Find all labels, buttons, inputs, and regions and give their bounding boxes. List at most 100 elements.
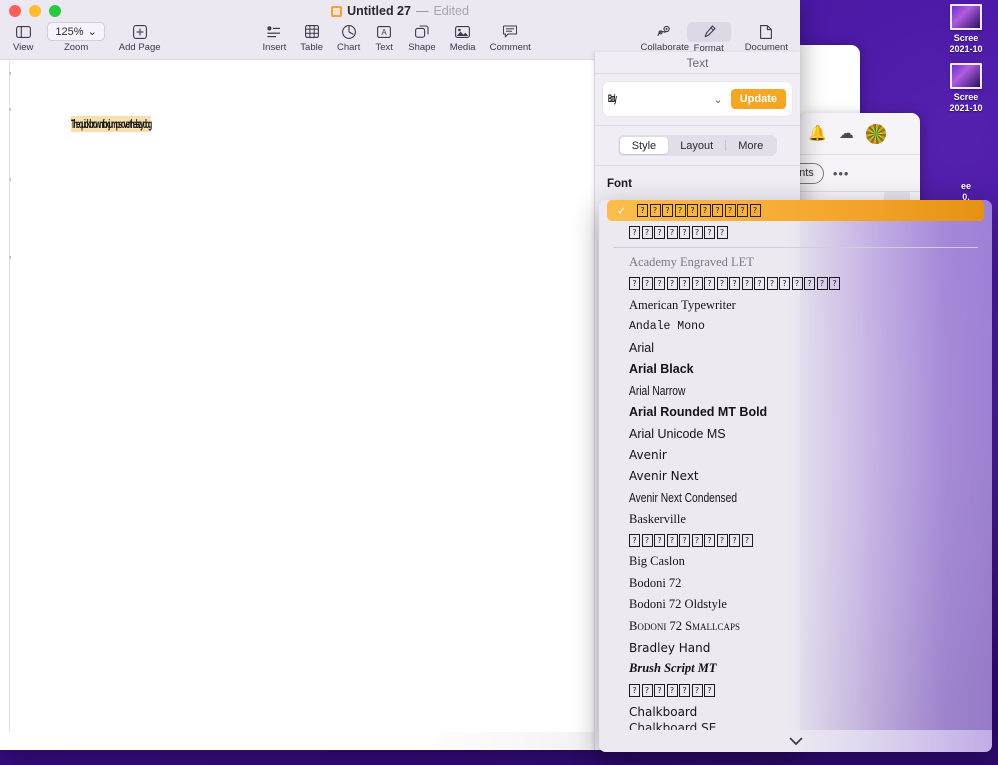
font-dropdown-menu[interactable]: ✓?????????????????? Academy Engraved LET?… bbox=[599, 200, 992, 752]
comment-button[interactable]: Comment bbox=[483, 22, 538, 53]
close-button[interactable] bbox=[9, 5, 21, 17]
font-list-item[interactable]: Chalkboard SE bbox=[599, 722, 992, 730]
tab-more[interactable]: More bbox=[726, 137, 775, 154]
font-name-label: Big Caslon bbox=[629, 554, 685, 569]
table-button[interactable]: Table bbox=[293, 22, 330, 53]
font-name-label: Chalkboard SE bbox=[629, 722, 716, 730]
avatar[interactable] bbox=[866, 124, 886, 144]
text-label: Text bbox=[376, 42, 393, 53]
insert-button[interactable]: Insert bbox=[256, 22, 294, 53]
add-page-button[interactable]: Add Page bbox=[112, 22, 168, 53]
font-list-item[interactable]: Bodoni 72 Smallcaps bbox=[599, 615, 992, 636]
font-name-label: Avenir bbox=[629, 448, 667, 462]
zoom-dropdown[interactable]: 125% ⌄ bbox=[47, 22, 104, 41]
font-list-item[interactable]: ✓?????????? bbox=[607, 200, 984, 221]
text-button[interactable]: A Text bbox=[367, 22, 401, 53]
font-list-item[interactable]: ???????? bbox=[599, 221, 992, 242]
font-list-item[interactable]: Chalkboard bbox=[599, 701, 992, 722]
desktop-file-icons: Scree 2021-10 Scree 2021-10 ee 0. bbox=[934, 4, 998, 203]
bell-icon[interactable]: 🔔 bbox=[808, 126, 827, 141]
collaborate-icon bbox=[657, 22, 672, 41]
font-name-label: ?????????? bbox=[629, 534, 753, 547]
font-name-label: Baskerville bbox=[629, 512, 686, 527]
tab-layout[interactable]: Layout bbox=[668, 137, 725, 154]
zoom-label: Zoom bbox=[64, 42, 88, 53]
font-name-label: Bodoni 72 Smallcaps bbox=[629, 619, 740, 634]
font-list-item[interactable]: Academy Engraved LET bbox=[599, 252, 992, 273]
maximize-button[interactable] bbox=[49, 5, 61, 17]
font-list-item[interactable]: Avenir Next bbox=[599, 466, 992, 487]
font-list-item[interactable]: American Typewriter bbox=[599, 295, 992, 316]
font-name-label: Arial bbox=[629, 341, 654, 355]
font-list-item[interactable]: Bradley Hand bbox=[599, 637, 992, 658]
font-name-label: Arial Unicode MS bbox=[629, 427, 726, 441]
font-name-label: ????????????????? bbox=[629, 277, 840, 290]
paragraph-style-control[interactable]: Body ⌄ Update bbox=[603, 82, 792, 116]
divider bbox=[595, 165, 800, 166]
minimize-button[interactable] bbox=[29, 5, 41, 17]
scroll-down-indicator[interactable] bbox=[599, 730, 992, 752]
font-list-separator bbox=[613, 247, 978, 248]
document-body-text[interactable]: The quick brown fox jumps over the lazy … bbox=[71, 116, 151, 132]
document-button[interactable]: Document bbox=[738, 22, 795, 54]
font-list-item[interactable]: Baskerville bbox=[599, 508, 992, 529]
insert-label: Insert bbox=[263, 42, 287, 53]
media-icon bbox=[455, 22, 470, 41]
font-name-label: ??????? bbox=[629, 684, 715, 697]
window-title-group: Untitled 27 — Edited bbox=[0, 0, 800, 22]
shape-button[interactable]: Shape bbox=[401, 22, 442, 53]
view-button[interactable]: View bbox=[6, 22, 40, 53]
svg-text:A: A bbox=[382, 28, 388, 37]
font-list-item[interactable]: Andale Mono bbox=[599, 316, 992, 337]
format-button[interactable]: Format bbox=[680, 22, 738, 54]
chevron-down-icon[interactable]: ⌄ bbox=[706, 93, 731, 106]
desktop-file-item[interactable]: Scree 2021-10 bbox=[934, 4, 998, 55]
edited-badge: Edited bbox=[433, 4, 468, 18]
chevron-down-icon: ⌄ bbox=[88, 25, 97, 38]
font-list-item[interactable]: ??????? bbox=[599, 680, 992, 701]
overflow-menu-icon[interactable]: ••• bbox=[833, 166, 850, 181]
font-list-item[interactable]: ?????????? bbox=[599, 530, 992, 551]
font-list-item[interactable]: Arial Rounded MT Bold bbox=[599, 402, 992, 423]
more-fonts-button[interactable]: ore fonts bbox=[800, 163, 824, 184]
pages-document-icon bbox=[331, 6, 342, 17]
shape-icon bbox=[415, 22, 429, 41]
font-list-item[interactable]: Arial Narrow bbox=[599, 380, 992, 401]
update-style-button[interactable]: Update bbox=[731, 89, 786, 109]
text-icon: A bbox=[377, 22, 391, 41]
font-list-item[interactable]: Arial Unicode MS bbox=[599, 423, 992, 444]
desktop-file-label: Scree 2021-10 bbox=[949, 33, 982, 55]
tab-style[interactable]: Style bbox=[620, 137, 668, 154]
font-name-label: American Typewriter bbox=[629, 298, 736, 313]
font-name-label: Bodoni 72 bbox=[629, 576, 681, 591]
font-list-item[interactable]: Bodoni 72 Oldstyle bbox=[599, 594, 992, 615]
zoom-control[interactable]: 125% ⌄ Zoom bbox=[40, 22, 111, 53]
background-window-front[interactable]: 🔔 ☁ ore fonts ••• bbox=[800, 113, 920, 205]
font-list[interactable]: ✓?????????????????? Academy Engraved LET?… bbox=[599, 200, 992, 730]
font-name-label: Chalkboard bbox=[629, 705, 697, 719]
font-name-label: ???????? bbox=[629, 226, 728, 239]
font-list-item[interactable]: Bodoni 72 bbox=[599, 573, 992, 594]
toolbar-insert-group: Insert Table Chart A bbox=[256, 22, 538, 53]
font-list-item[interactable]: Brush Script MT bbox=[599, 658, 992, 679]
font-name-label: ?????????? bbox=[637, 204, 761, 217]
font-name-label: Arial Rounded MT Bold bbox=[629, 405, 767, 419]
font-section-heading: Font bbox=[607, 178, 800, 190]
font-list-item[interactable]: Avenir Next Condensed bbox=[599, 487, 992, 508]
toolbar-right-group: Format Document bbox=[680, 22, 795, 54]
font-list-item[interactable]: Arial Black bbox=[599, 359, 992, 380]
font-list-item[interactable]: Big Caslon bbox=[599, 551, 992, 572]
font-list-item[interactable]: Avenir bbox=[599, 444, 992, 465]
font-list-item[interactable]: ????????????????? bbox=[599, 273, 992, 294]
background-window-toolbar: 🔔 ☁ bbox=[800, 113, 920, 155]
desktop-file-item[interactable]: Scree 2021-10 bbox=[934, 63, 998, 114]
sidebar-icon bbox=[16, 22, 31, 41]
document-icon bbox=[760, 22, 772, 41]
media-button[interactable]: Media bbox=[443, 22, 483, 53]
paragraph-style-value: Body bbox=[603, 93, 654, 105]
view-label: View bbox=[13, 42, 33, 53]
segmented-control: Style Layout More bbox=[618, 135, 778, 156]
cloud-icon[interactable]: ☁ bbox=[839, 126, 854, 141]
chart-button[interactable]: Chart bbox=[330, 22, 367, 53]
font-list-item[interactable]: Arial bbox=[599, 337, 992, 358]
